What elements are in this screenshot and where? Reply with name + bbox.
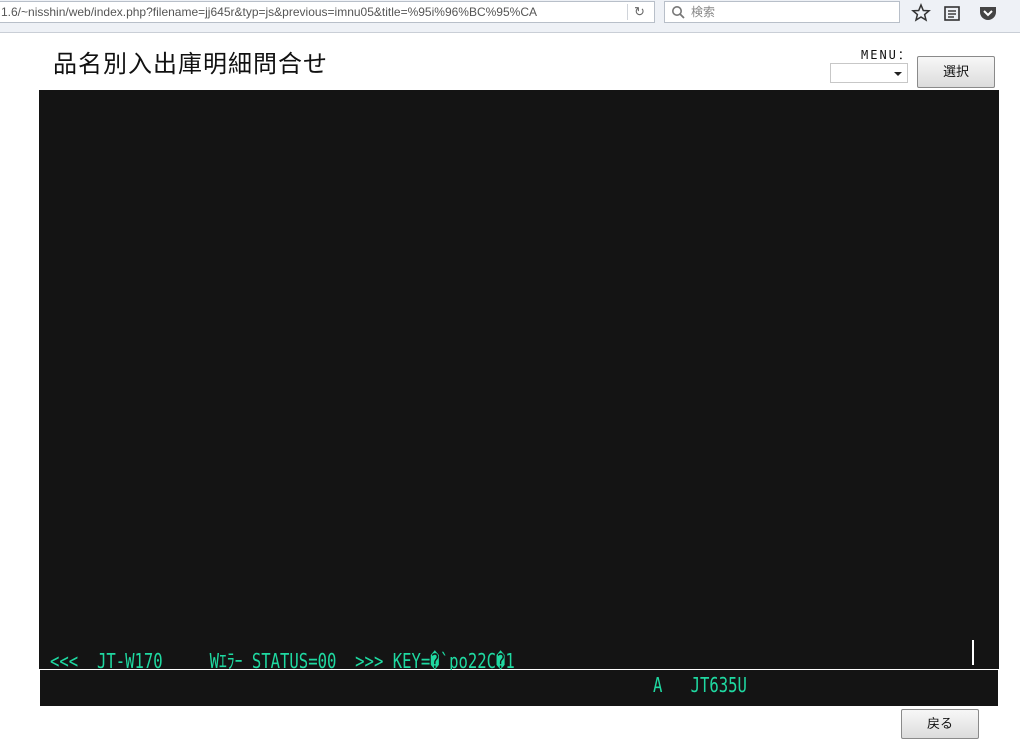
reading-list-icon[interactable]: [942, 3, 962, 23]
reload-icon[interactable]: ↻: [627, 4, 650, 20]
terminal-status-bar: [40, 670, 998, 706]
url-text: 1.6/~nisshin/web/index.php?filename=jj64…: [1, 5, 537, 19]
back-button[interactable]: 戻る: [901, 709, 979, 739]
select-button[interactable]: 選択: [917, 56, 995, 88]
page-title: 品名別入出庫明細問合せ: [53, 50, 328, 78]
terminal-status-line: A JT635U: [653, 673, 747, 697]
text-cursor: [972, 640, 974, 665]
search-icon: [672, 6, 685, 19]
terminal-screen[interactable]: [39, 90, 999, 669]
chevron-down-icon: [894, 72, 902, 76]
menu-label: MENU：: [861, 48, 912, 62]
search-placeholder: 検索: [691, 5, 716, 19]
browser-search-input[interactable]: 検索: [664, 1, 900, 23]
browser-toolbar: 1.6/~nisshin/web/index.php?filename=jj64…: [0, 0, 1020, 33]
pocket-icon[interactable]: [978, 3, 998, 23]
bookmark-star-icon[interactable]: [911, 3, 931, 23]
menu-dropdown[interactable]: [830, 63, 908, 83]
url-bar[interactable]: 1.6/~nisshin/web/index.php?filename=jj64…: [0, 1, 655, 23]
